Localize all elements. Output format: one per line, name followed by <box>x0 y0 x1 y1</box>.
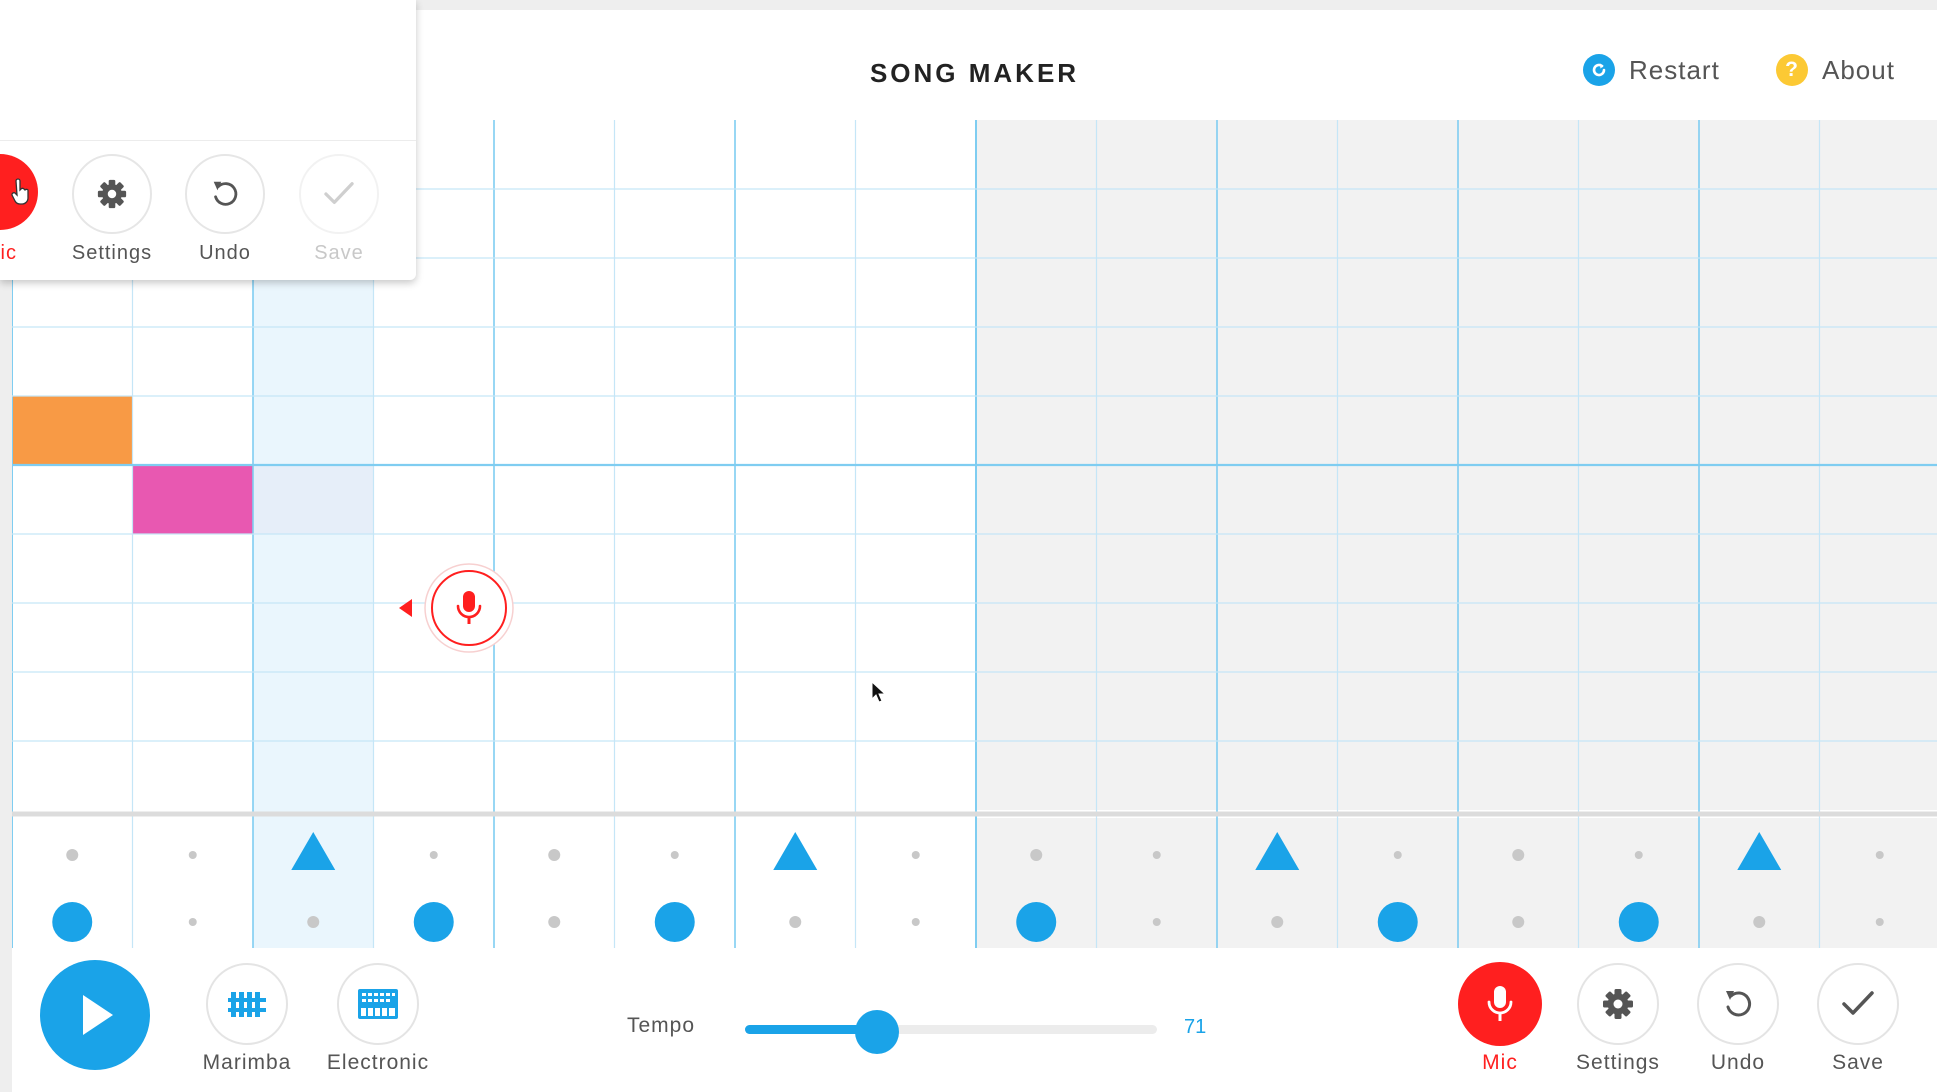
rhythm-circle-hit[interactable] <box>1016 902 1057 942</box>
popup-mic-button[interactable] <box>0 154 38 230</box>
popup-settings-label: Settings <box>71 242 153 264</box>
instrument-marimba-button[interactable] <box>206 963 288 1045</box>
rhythm-empty-dot[interactable] <box>1152 918 1161 926</box>
rhythm-empty-dot[interactable] <box>1393 851 1402 859</box>
rhythm-empty-dot[interactable] <box>1512 916 1525 928</box>
popup-settings-button[interactable] <box>72 154 152 234</box>
undo-button[interactable] <box>1697 963 1779 1045</box>
tempo-value: 71 <box>1184 1016 1207 1038</box>
cursor-icon <box>871 681 887 703</box>
rhythm-empty-dot[interactable] <box>1271 916 1284 928</box>
rhythm-empty-dot[interactable] <box>911 851 920 859</box>
electronic-icon <box>358 989 398 1019</box>
undo-icon <box>213 181 238 206</box>
tempo-slider-thumb[interactable] <box>854 1010 899 1054</box>
popup-undo-label: Undo <box>199 242 251 264</box>
restart-icon <box>1583 54 1615 86</box>
rhythm-empty-dot[interactable] <box>66 849 79 861</box>
check-icon <box>324 182 354 205</box>
rhythm-circle-hit[interactable] <box>52 902 93 942</box>
rhythm-empty-dot[interactable] <box>911 918 920 926</box>
rhythm-empty-dot[interactable] <box>1634 851 1643 859</box>
play-button[interactable] <box>40 960 150 1070</box>
rhythm-empty-dot[interactable] <box>1030 849 1043 861</box>
rhythm-empty-dot[interactable] <box>188 851 197 859</box>
rhythm-empty-dot[interactable] <box>1875 918 1884 926</box>
gear-icon <box>1603 989 1633 1019</box>
popup-undo-button[interactable] <box>185 154 265 234</box>
undo-label: Undo <box>1710 1051 1766 1074</box>
save-label: Save <box>1832 1051 1884 1074</box>
left-arrow-icon <box>399 599 412 617</box>
about-label: About <box>1822 54 1895 85</box>
popup-save-label: Save <box>314 242 364 264</box>
settings-button[interactable] <box>1577 963 1659 1045</box>
mic-button[interactable] <box>1458 962 1542 1046</box>
instrument-electronic-label: Electronic <box>326 1051 430 1074</box>
tempo-slider[interactable] <box>745 1025 1157 1034</box>
mic-icon <box>1487 986 1513 1021</box>
rhythm-empty-dot[interactable] <box>548 916 561 928</box>
rhythm-empty-dot[interactable] <box>1753 916 1766 928</box>
ghost-note[interactable] <box>253 465 374 534</box>
popup-divider <box>0 140 416 141</box>
gear-icon <box>97 179 127 209</box>
rhythm-empty-dot[interactable] <box>307 916 320 928</box>
tempo-label: Tempo <box>627 1014 696 1037</box>
shaded-rhythm-area <box>976 818 1937 948</box>
restart-button[interactable]: Restart <box>1583 54 1720 86</box>
help-icon: ? <box>1776 54 1808 86</box>
undo-icon <box>1726 991 1752 1017</box>
marimba-icon <box>228 992 266 1017</box>
instrument-electronic-button[interactable] <box>337 963 419 1045</box>
melody-note[interactable] <box>132 465 254 534</box>
check-icon <box>1842 991 1874 1015</box>
pointer-hand-icon <box>11 178 29 205</box>
rhythm-empty-dot[interactable] <box>1152 851 1161 859</box>
instrument-marimba-label: Marimba <box>202 1051 292 1074</box>
save-button[interactable] <box>1817 963 1899 1045</box>
popup-save-button[interactable] <box>299 154 379 234</box>
restart-label: Restart <box>1629 54 1720 85</box>
rhythm-circle-hit[interactable] <box>413 902 454 942</box>
play-icon <box>83 995 113 1035</box>
rhythm-circle-hit[interactable] <box>1618 902 1659 942</box>
rhythm-empty-dot[interactable] <box>670 851 679 859</box>
recording-indicator[interactable] <box>399 563 514 653</box>
rhythm-circle-hit[interactable] <box>1377 902 1418 942</box>
rhythm-empty-dot[interactable] <box>429 851 438 859</box>
rhythm-empty-dot[interactable] <box>789 916 802 928</box>
rhythm-circle-hit[interactable] <box>654 902 695 942</box>
rhythm-empty-dot[interactable] <box>1512 849 1525 861</box>
melody-note[interactable] <box>12 396 133 465</box>
about-button[interactable]: ? About <box>1776 54 1895 86</box>
popup-mic-label: Mic <box>0 242 17 264</box>
settings-label: Settings <box>1576 1051 1660 1074</box>
rhythm-empty-dot[interactable] <box>1875 851 1884 859</box>
rhythm-empty-dot[interactable] <box>548 849 561 861</box>
toolbar-popup: Mic Settings Undo Save <box>0 0 416 280</box>
rhythm-empty-dot[interactable] <box>188 918 197 926</box>
rhythm-triangle-hit[interactable] <box>773 832 818 870</box>
